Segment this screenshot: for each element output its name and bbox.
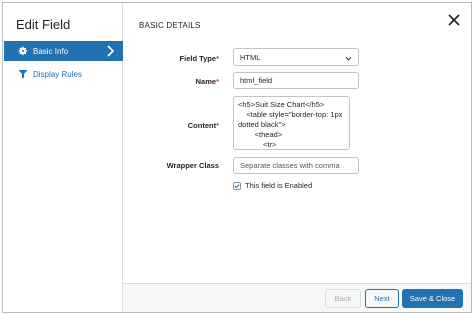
save-close-button[interactable]: Save & Close [402, 289, 463, 308]
name-label: Name* [195, 77, 219, 86]
main-panel: BASIC DETAILS Field Type* HTML Name* htm… [123, 3, 471, 312]
sidebar-item-display-rules[interactable]: Display Rules [4, 64, 123, 84]
name-input[interactable]: html_field [233, 72, 359, 89]
wrapper-class-input[interactable]: Separate classes with comma [233, 157, 359, 174]
back-button[interactable]: Back [325, 289, 361, 308]
wrapper-class-label: Wrapper Class [166, 161, 219, 170]
content-textarea[interactable]: <h5>Suit Size Chart</h5> <table style="b… [233, 96, 350, 150]
field-type-select[interactable]: HTML [233, 48, 359, 66]
field-type-label: Field Type* [179, 54, 219, 63]
next-button[interactable]: Next [365, 289, 399, 308]
section-title: BASIC DETAILS [139, 21, 201, 30]
enabled-checkbox[interactable] [233, 181, 241, 190]
field-type-value: HTML [240, 52, 261, 62]
modal-title: Edit Field [16, 17, 71, 32]
name-value: html_field [240, 76, 273, 85]
sidebar-item-label: Basic Info [33, 46, 69, 56]
content-line: <h5>Suit Size Chart</h5> [238, 100, 325, 109]
content-line: dotted black"> [238, 120, 286, 129]
gear-icon [18, 46, 28, 56]
content-label: Content* [187, 121, 219, 130]
edit-field-modal: Edit Field Basic Info Display Rules BASI… [2, 2, 472, 313]
sidebar: Edit Field Basic Info Display Rules [3, 3, 123, 312]
sidebar-item-basic-info[interactable]: Basic Info [4, 41, 123, 61]
filter-icon [18, 69, 28, 79]
enabled-checkbox-row: This field is Enabled [233, 181, 312, 190]
content-line: <tr> [238, 140, 277, 149]
checkmark-icon [234, 183, 240, 188]
sidebar-item-label: Display Rules [33, 69, 82, 79]
content-line: <thead> [238, 130, 283, 139]
modal-footer: Back Next Save & Close [123, 283, 471, 312]
close-button[interactable] [447, 13, 461, 27]
enabled-checkbox-label: This field is Enabled [245, 181, 313, 190]
chevron-down-icon [345, 56, 352, 61]
close-icon [448, 14, 460, 26]
content-line: <table style="border-top: 1px [238, 110, 343, 119]
wrapper-class-placeholder: Separate classes with comma [240, 161, 340, 170]
